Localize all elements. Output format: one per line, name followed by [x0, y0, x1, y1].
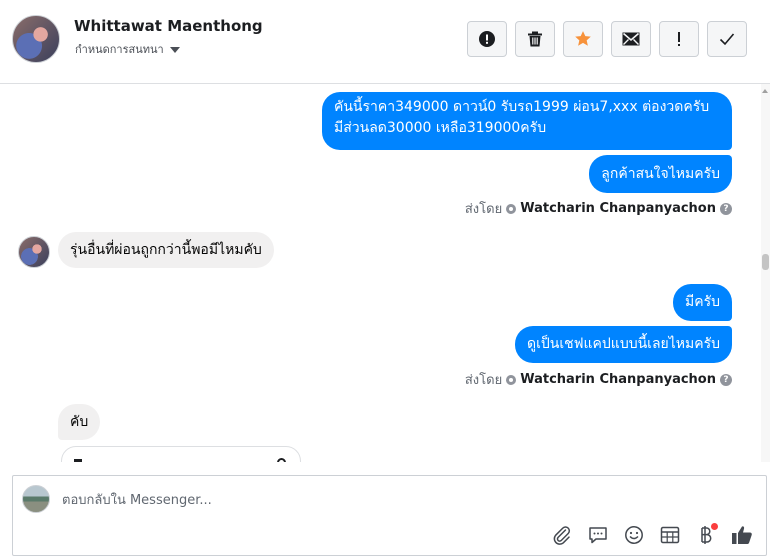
saved-replies-button[interactable]: [586, 523, 610, 547]
sender-name[interactable]: Watcharin Chanpanyachon: [520, 201, 716, 216]
mark-unread-button[interactable]: [611, 21, 651, 57]
help-icon[interactable]: ?: [720, 373, 732, 386]
incoming-message[interactable]: รุ่นอื่นที่ผ่อนถูกกว่านี้พอมีไหมคับ: [58, 232, 274, 268]
outgoing-message[interactable]: ดูเป็นเชฟแคปแบบนี้เลยไหมครับ: [514, 326, 732, 363]
message-text: ลูกค้าสนใจไหมครับ: [601, 166, 720, 182]
notification-dot: [711, 523, 718, 530]
emoji-button[interactable]: [622, 523, 646, 547]
delete-button[interactable]: [515, 21, 555, 57]
like-button[interactable]: [730, 523, 754, 547]
action-toolbar: [467, 21, 747, 57]
reply-input[interactable]: [62, 490, 542, 510]
sent-by-label: ส่งโดย Watcharin Chanpanyachon ?: [465, 369, 732, 390]
conversation-header: Whittawat Maenthong กำหนดการสนทนา: [0, 0, 770, 84]
attach-icon: [553, 526, 571, 545]
saved-replies-icon: [589, 527, 607, 544]
gear-icon: [506, 203, 517, 214]
star-icon: [575, 31, 591, 46]
reply-composer: [12, 475, 767, 556]
composer-tools: [550, 523, 754, 547]
sent-by-prefix: ส่งโดย: [464, 202, 503, 217]
assign-label: กำหนดการสนทนา: [75, 43, 164, 56]
page-avatar: [22, 485, 50, 513]
message-text: คับ: [70, 414, 89, 430]
message-text: มีส่วนลด30000 เหลือ319000ครับ: [334, 120, 547, 136]
incoming-message[interactable]: คับ: [58, 404, 101, 440]
message-text: ดูเป็นเชฟแคปแบบนี้เลยไหมครับ: [526, 336, 720, 352]
emoji-icon: [625, 526, 643, 544]
scroll-up-icon[interactable]: [762, 89, 768, 93]
conversation-thread[interactable]: คันนี้ราคา349000 ดาวน์0 รับรถ1999 ผ่อน7,…: [0, 84, 770, 462]
appointment-button[interactable]: [658, 523, 682, 547]
sent-by-label: ส่งโดย Watcharin Chanpanyachon ?: [465, 198, 732, 219]
mark-done-button[interactable]: [707, 21, 747, 57]
contact-avatar[interactable]: [12, 15, 60, 63]
outgoing-message[interactable]: มีครับ: [673, 284, 732, 321]
trash-icon: [528, 31, 542, 47]
follow-up-button[interactable]: [659, 21, 699, 57]
attachment-card[interactable]: [61, 446, 301, 462]
assign-conversation-dropdown[interactable]: กำหนดการสนทนา: [75, 40, 180, 58]
outgoing-message[interactable]: คันนี้ราคา349000 ดาวน์0 รับรถ1999 ผ่อน7,…: [322, 92, 732, 150]
attach-button[interactable]: [550, 523, 574, 547]
envelope-icon: [622, 32, 640, 46]
exclamation-icon: [678, 32, 680, 46]
checkmark-icon: [719, 33, 735, 46]
payment-button[interactable]: [694, 523, 718, 547]
message-text: รุ่นอื่นที่ผ่อนถูกกว่านี้พอมีไหมคับ: [70, 242, 262, 258]
scrollbar[interactable]: [761, 84, 770, 462]
arrow-left-icon: [74, 459, 82, 462]
contact-avatar-small[interactable]: [18, 236, 50, 268]
message-text: มีครับ: [685, 294, 720, 310]
outgoing-message[interactable]: ลูกค้าสนใจไหมครับ: [589, 155, 732, 193]
contact-name[interactable]: Whittawat Maenthong: [74, 17, 263, 35]
search-icon: [277, 458, 286, 462]
report-spam-button[interactable]: [467, 21, 507, 57]
message-text: คันนี้ราคา349000 ดาวน์0 รับรถ1999 ผ่อน7,…: [334, 99, 710, 115]
alert-circle-icon: [479, 31, 495, 47]
like-icon: [732, 526, 752, 544]
sent-by-prefix: ส่งโดย: [464, 373, 503, 388]
help-icon[interactable]: ?: [720, 202, 732, 215]
gear-icon: [506, 374, 517, 385]
star-button[interactable]: [563, 21, 603, 57]
appointment-icon: [660, 526, 680, 544]
scrollbar-thumb[interactable]: [762, 254, 769, 270]
sender-name[interactable]: Watcharin Chanpanyachon: [520, 372, 716, 387]
caret-down-icon: [169, 46, 180, 53]
